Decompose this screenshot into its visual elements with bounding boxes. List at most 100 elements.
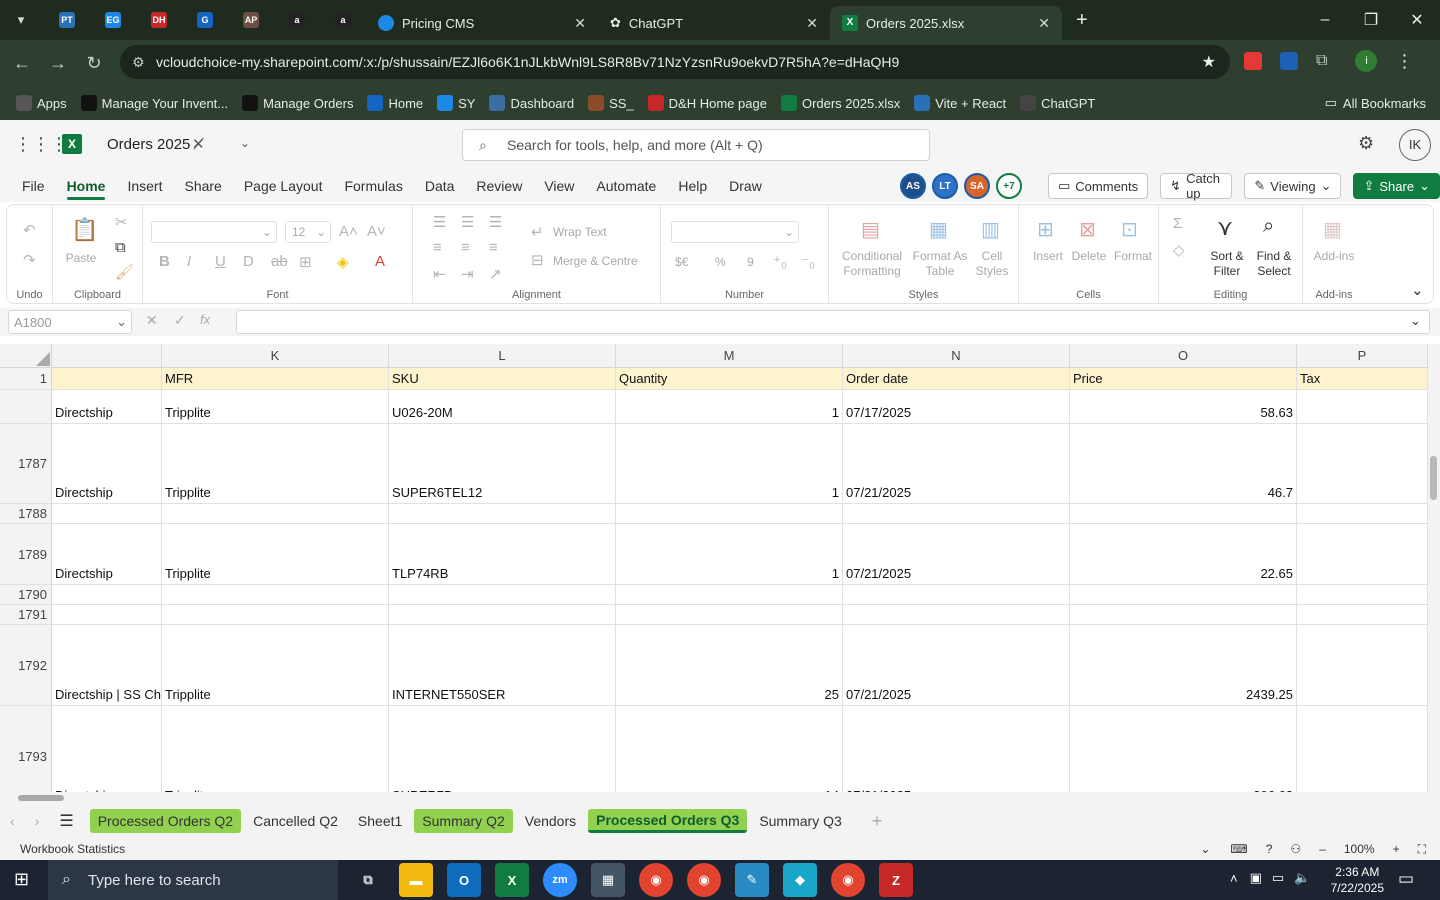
sheet-tab[interactable]: Vendors	[517, 809, 584, 833]
chrome-alt-icon[interactable]: ◉	[831, 863, 865, 897]
cell[interactable]	[389, 585, 616, 604]
add-sheet-icon[interactable]: +	[872, 811, 883, 832]
column-title-cell[interactable]: Price	[1070, 368, 1297, 389]
decrease-font-icon[interactable]: A˅	[367, 223, 386, 240]
cell[interactable]: 1	[616, 424, 843, 503]
cell[interactable]	[1297, 585, 1428, 604]
increase-decimal-icon[interactable]: ⁺₀	[773, 253, 787, 271]
paste-icon[interactable]: 📋	[71, 217, 98, 243]
vertical-scroll-thumb[interactable]	[1430, 456, 1437, 500]
cell[interactable]	[162, 504, 389, 523]
share-button[interactable]: ⇪ Share ⌄	[1353, 173, 1440, 199]
align-right-icon[interactable]: ≡	[489, 239, 498, 256]
percent-format-button[interactable]: %	[715, 255, 726, 270]
conditional-formatting-button[interactable]: Conditional Formatting	[837, 249, 907, 279]
search-input[interactable]: ⌕ Search for tools, help, and more (Alt …	[462, 129, 930, 161]
sheet-tab[interactable]: Cancelled Q2	[245, 809, 346, 833]
bookmark-item[interactable]: SY	[437, 95, 475, 111]
cell[interactable]: 07/21/2025	[843, 424, 1070, 503]
horizontal-scroll-thumb[interactable]	[18, 795, 64, 801]
cell[interactable]: 07/21/2025	[843, 524, 1070, 584]
cell[interactable]	[616, 605, 843, 624]
column-header[interactable]: O	[1070, 344, 1297, 368]
bookmark-item[interactable]: Manage Your Invent...	[80, 95, 228, 111]
bookmark-item[interactable]: Home	[367, 95, 423, 111]
windows-start-icon[interactable]: ⊞	[14, 869, 29, 890]
find-select-icon[interactable]: ⌕	[1263, 215, 1274, 238]
extensions-puzzle-icon[interactable]: ⧉	[1316, 52, 1327, 70]
cell[interactable]: SUPER7B	[389, 706, 616, 792]
chrome-icon[interactable]: ◉	[639, 863, 673, 897]
pdf-extension-icon[interactable]	[1244, 52, 1262, 70]
autosum-icon[interactable]: Σ	[1173, 215, 1182, 232]
zoom-icon[interactable]: zm	[543, 863, 577, 897]
calculator-icon[interactable]: ▦	[591, 863, 625, 897]
conditional-formatting-icon[interactable]: ▤	[861, 217, 880, 242]
align-middle-icon[interactable]: ☰	[461, 213, 474, 231]
sort-filter-button[interactable]: Sort & Filter	[1205, 249, 1249, 279]
cell[interactable]	[162, 585, 389, 604]
cell[interactable]	[52, 504, 162, 523]
find-select-button[interactable]: Find & Select	[1249, 249, 1299, 279]
enter-icon[interactable]: ✓	[174, 312, 186, 329]
sheet-tab[interactable]: Summary Q3	[751, 809, 849, 833]
sheet-tab[interactable]: Processed Orders Q2	[89, 809, 242, 833]
zoom-level[interactable]: 100%	[1344, 842, 1375, 856]
italic-icon[interactable]: I	[187, 253, 191, 270]
cell[interactable]: Directship	[52, 524, 162, 584]
tab-chatgpt[interactable]: ✿ ChatGPT ✕	[598, 6, 830, 40]
tab-close-icon[interactable]: ✕	[574, 15, 586, 32]
increase-font-icon[interactable]: A˄	[339, 223, 358, 240]
cell[interactable]: U026-20M	[389, 390, 616, 423]
increase-indent-icon[interactable]: ⇥	[461, 265, 474, 283]
vertical-scrollbar[interactable]	[1428, 344, 1440, 792]
bookmark-item[interactable]: ChatGPT	[1020, 95, 1095, 111]
menu-tab-formulas[interactable]: Formulas	[344, 178, 402, 194]
tray-chevron-icon[interactable]: ˄	[1230, 871, 1238, 886]
help-icon[interactable]: ?	[1266, 842, 1273, 856]
bookmark-item[interactable]: Dashboard	[489, 95, 574, 111]
wrap-text-button[interactable]: Wrap Text	[553, 225, 607, 240]
pinned-tab[interactable]: G	[192, 7, 218, 33]
row-header[interactable]: 1793	[0, 706, 52, 792]
menu-tab-help[interactable]: Help	[678, 178, 707, 194]
sheet-tab[interactable]: Sheet1	[350, 809, 410, 833]
bookmark-item[interactable]: Vite + React	[914, 95, 1006, 111]
comma-format-button[interactable]: 9	[747, 255, 754, 270]
all-bookmarks[interactable]: ▭ All Bookmarks	[1325, 95, 1426, 111]
format-as-table-icon[interactable]: ▦	[929, 217, 948, 242]
pinned-tab[interactable]: AP	[238, 7, 264, 33]
row-header[interactable]: 1789	[0, 524, 52, 584]
sort-filter-icon[interactable]: ⋎	[1217, 215, 1233, 241]
chevron-down-icon[interactable]: ⌄	[1200, 842, 1210, 856]
cell[interactable]: Directship	[52, 706, 162, 792]
pinned-tab[interactable]: PT	[54, 7, 80, 33]
cell[interactable]	[1070, 585, 1297, 604]
cell[interactable]: 58.63	[1070, 390, 1297, 423]
cell[interactable]: Tripplite	[162, 424, 389, 503]
cell[interactable]	[1297, 625, 1428, 705]
cell[interactable]: 07/21/2025	[843, 625, 1070, 705]
cell[interactable]: 14	[616, 706, 843, 792]
strikethrough-icon[interactable]: ab	[271, 253, 288, 270]
workbook-statistics[interactable]: Workbook Statistics	[20, 842, 125, 856]
next-sheet-icon[interactable]: ›	[35, 813, 40, 829]
horizontal-scrollbar[interactable]	[0, 792, 1440, 804]
settings-gear-icon[interactable]: ⚙	[1358, 133, 1374, 154]
row-header[interactable]	[0, 390, 52, 423]
column-header[interactable]: K	[162, 344, 389, 368]
back-icon[interactable]: ←	[4, 53, 40, 74]
copy-icon[interactable]: ⧉	[115, 239, 126, 256]
menu-tab-insert[interactable]: Insert	[127, 178, 162, 194]
pinned-tab[interactable]: a	[330, 7, 356, 33]
feedback-icon[interactable]: ⚇	[1290, 842, 1301, 856]
merge-centre-button[interactable]: Merge & Centre	[553, 254, 638, 269]
column-header[interactable]: P	[1297, 344, 1428, 368]
new-tab-icon[interactable]: +	[1076, 9, 1088, 32]
clear-icon[interactable]: ◇	[1173, 241, 1185, 259]
notifications-icon[interactable]: ▭	[1398, 869, 1414, 889]
cell[interactable]: INTERNET550SER	[389, 625, 616, 705]
align-bottom-icon[interactable]: ☰	[489, 213, 502, 231]
close-window-icon[interactable]: ✕	[1394, 10, 1440, 30]
vscode-icon[interactable]: ◆	[783, 863, 817, 897]
